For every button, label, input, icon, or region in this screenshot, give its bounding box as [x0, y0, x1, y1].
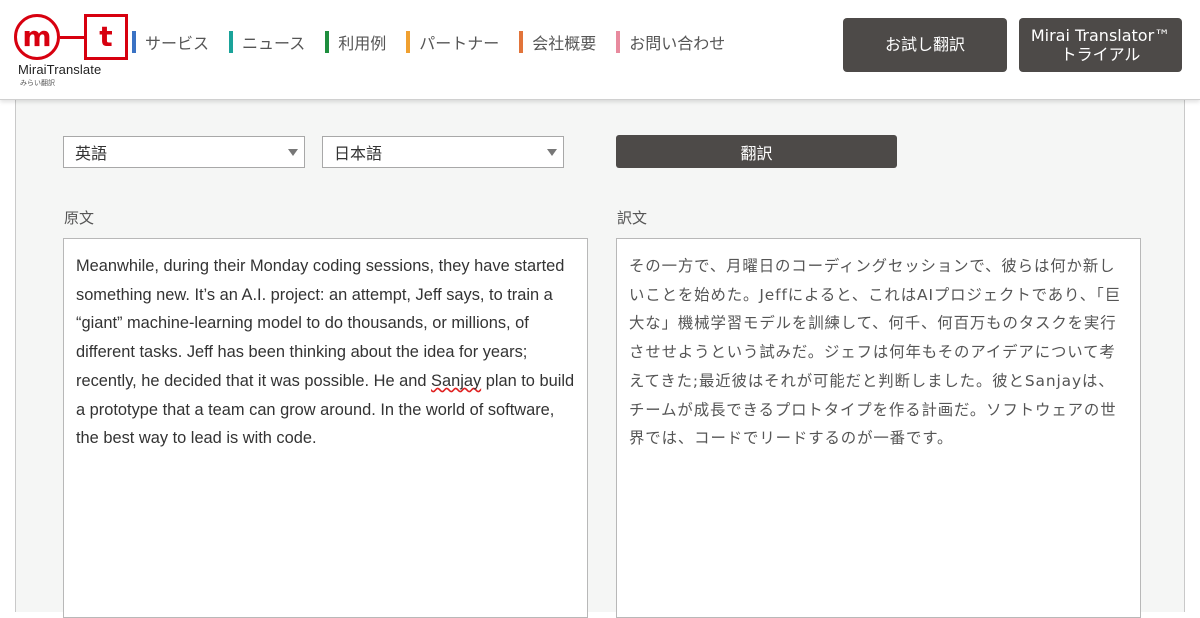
source-language-value: 英語 [75, 144, 108, 163]
trial-translation-label: お試し翻訳 [884, 35, 965, 55]
nav-accent-bar [132, 31, 136, 53]
site-header: m t MiraiTranslate みらい翻訳 サービス ニュース 利用例 パ… [0, 0, 1200, 100]
nav-item-label: パートナー [419, 34, 500, 53]
translation-label: 訳文 [617, 209, 648, 227]
nav-accent-bar [519, 31, 524, 53]
nav-item-use-cases[interactable]: 利用例 [325, 31, 386, 53]
mirai-translate-logo[interactable]: m t MiraiTranslate みらい翻訳 [14, 12, 128, 92]
nav-accent-bar [325, 31, 330, 53]
translator-button-line2: トライアル [1060, 45, 1141, 64]
source-text-part: Meanwhile, during their Monday coding se… [76, 257, 565, 390]
nav-item-company[interactable]: 会社概要 [519, 31, 596, 53]
nav-item-label: 利用例 [338, 34, 387, 53]
chevron-down-icon [547, 149, 557, 156]
nav-item-contact[interactable]: お問い合わせ [616, 31, 725, 53]
nav-accent-bar [616, 31, 621, 53]
translation-panel: 英語 日本語 翻訳 原文 訳文 Meanwhile, during their … [15, 100, 1185, 618]
spellcheck-flagged-word: Sanjay [431, 371, 482, 390]
target-language-select[interactable]: 日本語 [322, 136, 564, 168]
translate-button-label: 翻訳 [740, 143, 773, 163]
logo-subtitle: みらい翻訳 [20, 79, 55, 87]
logo-t-mark: t [84, 14, 128, 60]
nav-accent-bar [229, 31, 234, 53]
nav-item-service[interactable]: サービス [132, 31, 209, 53]
nav-item-label: サービス [145, 34, 210, 53]
logo-wordmark: MiraiTranslate [18, 62, 102, 77]
translate-button[interactable]: 翻訳 [616, 135, 897, 168]
nav-item-news[interactable]: ニュース [229, 31, 305, 53]
logo-connector [60, 36, 84, 39]
nav-item-label: ニュース [242, 34, 306, 53]
mirai-translator-trial-button[interactable]: Mirai Translator™ トライアル [1019, 18, 1182, 72]
nav-item-partners[interactable]: パートナー [406, 31, 499, 53]
source-text-label: 原文 [64, 209, 95, 227]
translation-output: その一方で、月曜日のコーディングセッションで、彼らは何か新しいことを始めた。Je… [616, 238, 1141, 618]
source-language-select[interactable]: 英語 [63, 136, 305, 168]
nav-item-label: お問い合わせ [629, 34, 726, 53]
nav-accent-bar [406, 31, 411, 53]
nav-item-label: 会社概要 [532, 34, 597, 53]
chevron-down-icon [288, 149, 298, 156]
source-text-input[interactable]: Meanwhile, during their Monday coding se… [63, 238, 588, 618]
trial-translation-button[interactable]: お試し翻訳 [843, 18, 1007, 72]
main-nav: サービス ニュース 利用例 パートナー 会社概要 お問い合わせ [132, 31, 745, 53]
translator-button-line1: Mirai Translator™ [1030, 25, 1171, 45]
target-language-value: 日本語 [334, 144, 383, 163]
logo-m-mark: m [14, 14, 60, 60]
